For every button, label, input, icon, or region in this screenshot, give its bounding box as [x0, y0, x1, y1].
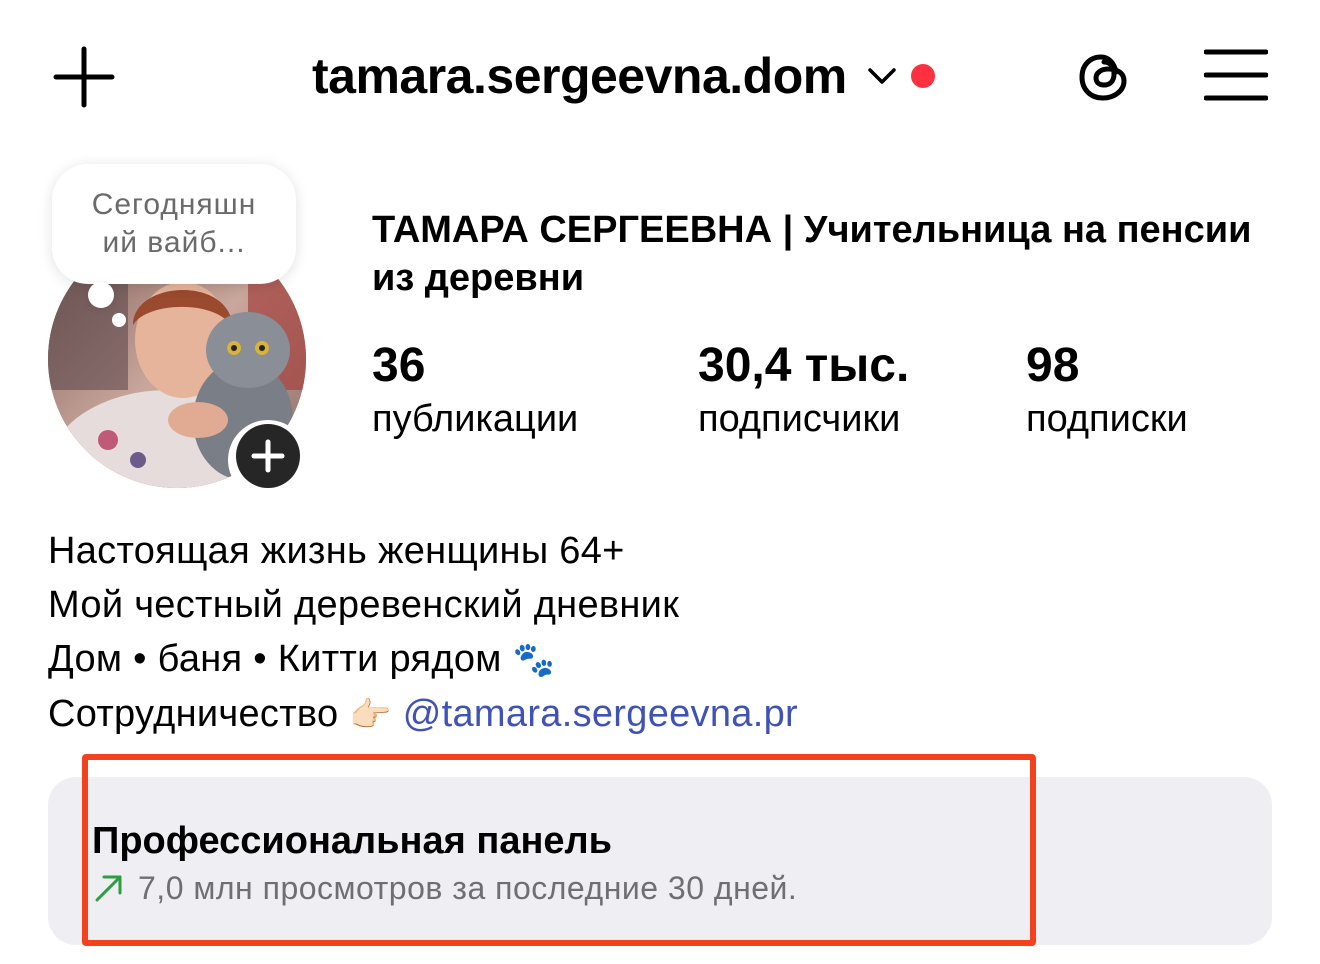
- bio-line-4-text: Сотрудничество: [48, 693, 339, 735]
- bio-line-3-text: Дом • баня • Китти рядом: [48, 638, 502, 680]
- paw-prints-icon: 🐾: [512, 641, 556, 679]
- bio-line-1: Настоящая жизнь женщины 64+: [48, 530, 625, 572]
- account-switcher[interactable]: tamara.sergeevna.dom: [312, 44, 935, 108]
- profile-bio: Настоящая жизнь женщины 64+ Мой честный …: [48, 524, 1278, 742]
- pointing-hand-icon: 👉🏻: [349, 696, 392, 734]
- chevron-down-icon: [865, 59, 899, 93]
- add-story-icon: [236, 424, 300, 488]
- bio-line-3: Дом • баня • Китти рядом 🐾: [48, 632, 1278, 687]
- profile-full-name: ТАМАРА СЕРГЕЕВНА | Учительница на пенсии…: [372, 209, 1252, 299]
- note-tail: [88, 282, 114, 308]
- create-button[interactable]: [52, 45, 116, 109]
- username: tamara.sergeevna.dom: [312, 48, 847, 104]
- followers-label: подписчики: [698, 398, 901, 440]
- followers-stat[interactable]: 30,4 тыс. подписчики: [698, 338, 909, 444]
- followers-count: 30,4 тыс.: [698, 339, 910, 392]
- following-stat[interactable]: 98 подписки: [1026, 338, 1188, 444]
- highlight-annotation: [82, 754, 1036, 946]
- plus-icon: [53, 46, 115, 108]
- threads-button[interactable]: [1072, 44, 1136, 108]
- posts-label: публикации: [372, 398, 579, 440]
- threads-icon: [1079, 54, 1127, 101]
- menu-icon: [1203, 49, 1269, 101]
- profile-page: tamara.sergeevna.dom Сегодняшн ий вайб..…: [0, 0, 1320, 964]
- bio-line-4: Сотрудничество 👉🏻 @tamara.sergeevna.pr: [48, 687, 1278, 742]
- following-label: подписки: [1026, 398, 1188, 440]
- bio-mention-link[interactable]: @tamara.sergeevna.pr: [403, 693, 798, 735]
- bio-line-2: Мой честный деревенский дневник: [48, 584, 680, 626]
- notification-dot: [910, 64, 935, 88]
- add-story-button[interactable]: [228, 420, 308, 500]
- menu-button[interactable]: [1203, 48, 1269, 104]
- note-bubble[interactable]: Сегодняшн ий вайб...: [52, 164, 296, 284]
- note-text: Сегодняшн ий вайб...: [91, 188, 257, 259]
- posts-count: 36: [372, 339, 426, 392]
- note-tail-small: [112, 313, 126, 327]
- posts-stat[interactable]: 36 публикации: [372, 338, 578, 444]
- following-count: 98: [1026, 339, 1080, 392]
